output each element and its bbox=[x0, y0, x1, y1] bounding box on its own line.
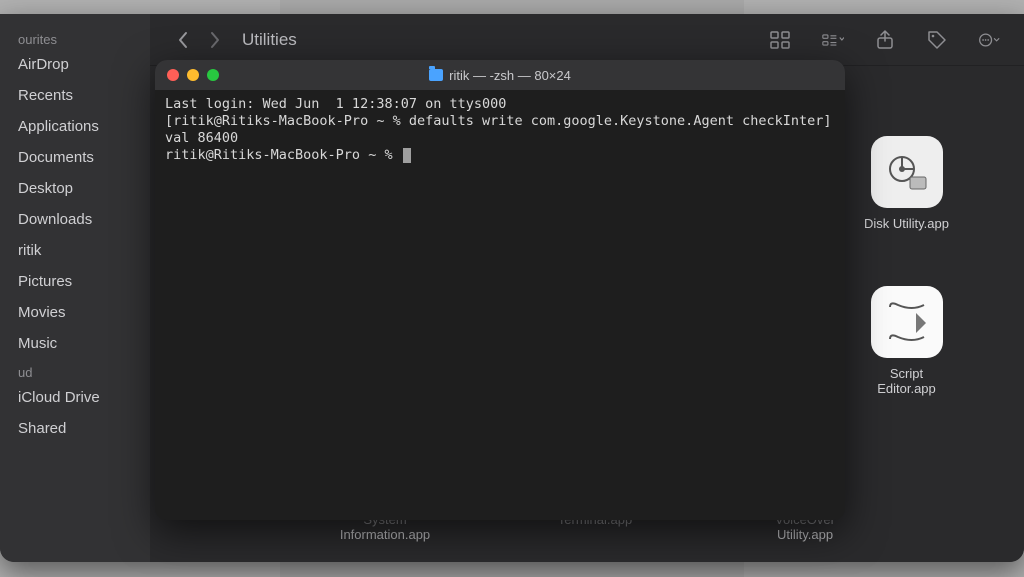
terminal-cursor bbox=[403, 148, 411, 163]
finder-title: Utilities bbox=[242, 30, 297, 50]
sidebar-item-movies[interactable]: Movies bbox=[0, 297, 150, 328]
sidebar-section-favourites: ourites bbox=[0, 26, 150, 49]
folder-icon bbox=[429, 69, 443, 81]
sidebar-item-ritik[interactable]: ritik bbox=[0, 235, 150, 266]
sidebar-item-shared[interactable]: Shared bbox=[0, 413, 150, 444]
terminal-titlebar[interactable]: ritik — -zsh — 80×24 bbox=[155, 60, 845, 90]
terminal-title: ritik — -zsh — 80×24 bbox=[155, 68, 845, 83]
nav-forward-button[interactable] bbox=[206, 31, 224, 49]
view-mode-icon-button[interactable] bbox=[770, 29, 792, 51]
terminal-line: val 86400 bbox=[165, 130, 238, 146]
terminal-window[interactable]: ritik — -zsh — 80×24 Last login: Wed Jun… bbox=[155, 60, 845, 520]
disk-utility-icon bbox=[871, 136, 943, 208]
app-label: Script Editor.app bbox=[859, 366, 954, 396]
tags-button[interactable] bbox=[926, 29, 948, 51]
sidebar-item-music[interactable]: Music bbox=[0, 328, 150, 359]
terminal-line: Last login: Wed Jun 1 12:38:07 on ttys00… bbox=[165, 96, 506, 112]
sidebar-item-desktop[interactable]: Desktop bbox=[0, 173, 150, 204]
sidebar-item-icloud-drive[interactable]: iCloud Drive bbox=[0, 382, 150, 413]
finder-sidebar: ourites AirDrop Recents Applications Doc… bbox=[0, 14, 150, 562]
sidebar-item-documents[interactable]: Documents bbox=[0, 142, 150, 173]
group-by-button[interactable] bbox=[822, 29, 844, 51]
sidebar-item-airdrop[interactable]: AirDrop bbox=[0, 49, 150, 80]
sidebar-item-pictures[interactable]: Pictures bbox=[0, 266, 150, 297]
terminal-line: [ritik@Ritiks-MacBook-Pro ~ % defaults w… bbox=[165, 113, 831, 129]
action-menu-button[interactable] bbox=[978, 29, 1000, 51]
sidebar-section-icloud: ud bbox=[0, 359, 150, 382]
sidebar-item-downloads[interactable]: Downloads bbox=[0, 204, 150, 235]
finder-toolbar: Utilities bbox=[150, 14, 1024, 66]
script-editor-icon bbox=[871, 286, 943, 358]
terminal-body[interactable]: Last login: Wed Jun 1 12:38:07 on ttys00… bbox=[155, 90, 845, 520]
app-icon-disk-utility[interactable]: Disk Utility.app bbox=[859, 136, 954, 231]
nav-back-button[interactable] bbox=[174, 31, 192, 49]
app-icon-script-editor[interactable]: Script Editor.app bbox=[859, 286, 954, 396]
terminal-line: ritik@Ritiks-MacBook-Pro ~ % bbox=[165, 147, 411, 163]
sidebar-item-applications[interactable]: Applications bbox=[0, 111, 150, 142]
share-button[interactable] bbox=[874, 29, 896, 51]
app-label: Disk Utility.app bbox=[859, 216, 954, 231]
sidebar-item-recents[interactable]: Recents bbox=[0, 80, 150, 111]
